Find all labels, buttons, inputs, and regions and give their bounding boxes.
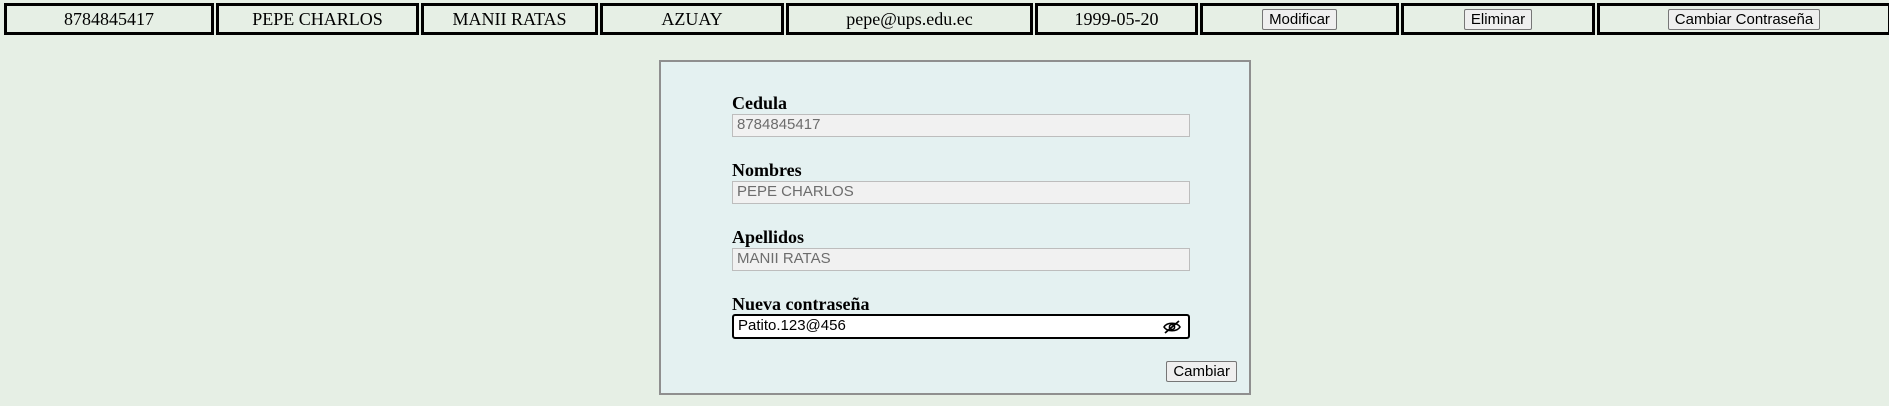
new-password-value: Patito.123@456 <box>738 317 846 334</box>
submit-change-button[interactable]: Cambiar <box>1166 361 1237 382</box>
cell-cedula: 8784845417 <box>4 3 214 35</box>
change-password-form: Cedula 8784845417 Nombres PEPE CHARLOS A… <box>659 60 1251 395</box>
modify-button[interactable]: Modificar <box>1262 9 1337 30</box>
cell-provincia: AZUAY <box>600 3 784 35</box>
table-row: 8784845417 PEPE CHARLOS MANII RATAS AZUA… <box>4 3 1889 35</box>
apellidos-label: Apellidos <box>732 227 805 247</box>
cell-cambiar-contrasena: Cambiar Contraseña <box>1597 3 1889 35</box>
nombres-label: Nombres <box>732 160 802 180</box>
cell-nombres: PEPE CHARLOS <box>216 3 419 35</box>
new-password-field[interactable]: Patito.123@456 <box>732 314 1190 339</box>
cedula-field[interactable]: 8784845417 <box>732 114 1190 137</box>
cell-fecha-nacimiento: 1999-05-20 <box>1035 3 1198 35</box>
password-label: Nueva contraseña <box>732 294 870 314</box>
change-password-button[interactable]: Cambiar Contraseña <box>1667 9 1821 30</box>
user-row-table: 8784845417 PEPE CHARLOS MANII RATAS AZUA… <box>2 3 1889 35</box>
eye-slash-icon[interactable] <box>1162 319 1182 335</box>
cell-eliminar: Eliminar <box>1401 3 1595 35</box>
cell-apellidos: MANII RATAS <box>421 3 598 35</box>
cell-modificar: Modificar <box>1200 3 1399 35</box>
nombres-field[interactable]: PEPE CHARLOS <box>732 181 1190 204</box>
delete-button[interactable]: Eliminar <box>1463 9 1533 30</box>
cedula-label: Cedula <box>732 93 788 113</box>
cell-correo: pepe@ups.edu.ec <box>786 3 1033 35</box>
apellidos-field[interactable]: MANII RATAS <box>732 248 1190 271</box>
